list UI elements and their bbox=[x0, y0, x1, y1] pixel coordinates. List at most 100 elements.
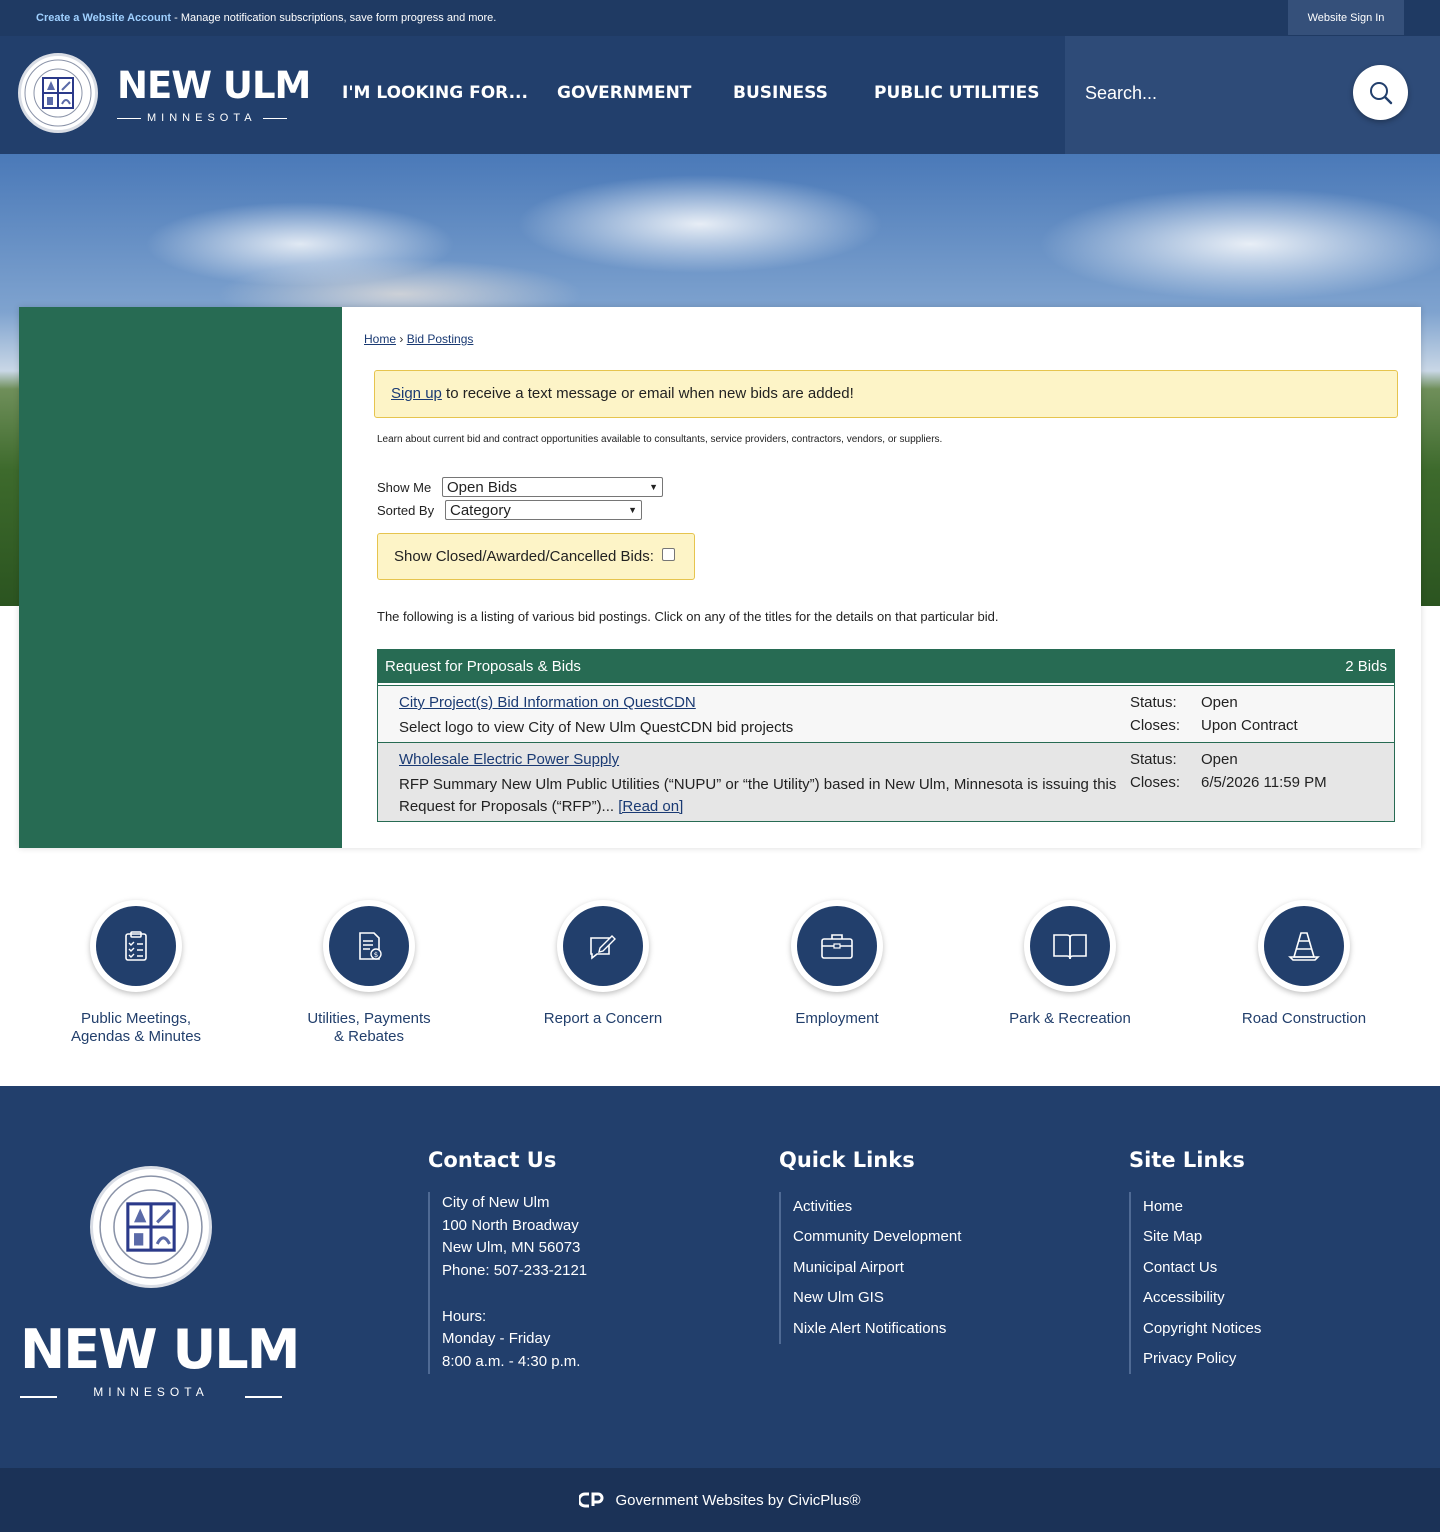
seal-emblem-icon bbox=[24, 59, 92, 127]
footer-link-gis[interactable]: New Ulm GIS bbox=[793, 1283, 961, 1313]
sign-in-button[interactable]: Website Sign In bbox=[1288, 0, 1404, 35]
bid-status-label: Status: bbox=[1130, 751, 1177, 768]
bid-status-value: Open bbox=[1201, 751, 1238, 768]
bid-count: 2 Bids bbox=[1345, 658, 1387, 675]
clipboard-icon bbox=[125, 931, 147, 961]
contact-line: City of New Ulm bbox=[442, 1194, 550, 1211]
side-navigation-panel bbox=[19, 307, 342, 848]
cone-icon bbox=[1288, 932, 1320, 961]
divider bbox=[20, 1396, 57, 1398]
divider bbox=[244, 1396, 282, 1398]
sorted-by-select[interactable]: Category ▼ bbox=[445, 500, 642, 520]
book-icon bbox=[1053, 934, 1087, 960]
quick-link-label: Agendas & Minutes bbox=[70, 1028, 202, 1045]
contact-line: New Ulm, MN 56073 bbox=[442, 1239, 581, 1257]
quick-link-park-recreation[interactable]: Park & Recreation bbox=[953, 900, 1187, 1028]
contact-line bbox=[442, 1283, 587, 1306]
chevron-down-icon: ▼ bbox=[628, 505, 637, 515]
breadcrumb-home-link[interactable]: Home bbox=[364, 332, 396, 346]
show-me-select[interactable]: Open Bids ▼ bbox=[442, 477, 663, 497]
nav-public-utilities[interactable]: PUBLIC UTILITIES bbox=[874, 83, 1039, 103]
quick-link-report-concern[interactable]: Report a Concern bbox=[486, 900, 720, 1028]
logo-state-name: MINNESOTA bbox=[117, 112, 310, 124]
show-me-label: Show Me bbox=[377, 480, 432, 495]
footer-link-site-map[interactable]: Site Map bbox=[1143, 1222, 1261, 1252]
civicplus-credit-link[interactable]: Government Websites by CivicPlus® bbox=[615, 1492, 860, 1509]
footer-logo-state-name: MINNESOTA bbox=[93, 1385, 209, 1399]
quick-link-label: Employment bbox=[795, 1010, 879, 1027]
city-seal-logo[interactable] bbox=[18, 53, 98, 133]
bid-status-label: Status: bbox=[1130, 694, 1177, 711]
sorted-by-selected-value: Category bbox=[450, 501, 511, 519]
civicplus-logo-icon bbox=[579, 1492, 604, 1508]
contact-line: 100 North Broadway bbox=[442, 1216, 579, 1234]
footer-link-activities[interactable]: Activities bbox=[793, 1192, 961, 1222]
sorted-by-label: Sorted By bbox=[377, 503, 435, 518]
breadcrumb: Home › Bid Postings bbox=[364, 332, 473, 346]
chevron-down-icon: ▼ bbox=[649, 482, 658, 492]
footer-link-home[interactable]: Home bbox=[1143, 1192, 1261, 1222]
create-account-link[interactable]: Create a Website Account bbox=[36, 12, 171, 24]
footer-link-copyright[interactable]: Copyright Notices bbox=[1143, 1314, 1261, 1344]
signup-alert-text: to receive a text message or email when … bbox=[441, 385, 854, 402]
top-notification-bar: Create a Website Account - Manage notifi… bbox=[0, 0, 1440, 36]
contact-line: Monday - Friday bbox=[442, 1330, 551, 1348]
contact-line: 8:00 a.m. - 4:30 p.m. bbox=[442, 1352, 581, 1370]
quick-link-label: Report a Concern bbox=[543, 1010, 663, 1027]
breadcrumb-bid-postings-link[interactable]: Bid Postings bbox=[407, 332, 474, 346]
search-panel bbox=[1065, 36, 1440, 154]
quick-link-label: Road Construction bbox=[1241, 1010, 1367, 1027]
contact-line[interactable]: Phone: 507-233-2121 bbox=[442, 1260, 587, 1283]
footer-quick-links: Activities Community Development Municip… bbox=[779, 1192, 961, 1345]
quick-link-public-meetings[interactable]: Public Meetings, Agendas & Minutes bbox=[19, 900, 253, 1046]
search-icon bbox=[1369, 81, 1392, 104]
quick-link-label: & Rebates bbox=[333, 1028, 405, 1045]
footer-contact-info: City of New Ulm 100 North Broadway New U… bbox=[428, 1192, 587, 1374]
bid-description: Select logo to view City of New Ulm Ques… bbox=[399, 719, 794, 736]
footer-link-municipal-airport[interactable]: Municipal Airport bbox=[793, 1253, 961, 1283]
quick-link-road-construction[interactable]: Road Construction bbox=[1187, 900, 1421, 1028]
bid-title-link[interactable]: Wholesale Electric Power Supply bbox=[399, 751, 619, 768]
quick-link-label: Public Meetings, bbox=[80, 1010, 192, 1027]
bid-category-table: Request for Proposals & Bids 2 Bids City… bbox=[377, 649, 1395, 822]
search-input[interactable] bbox=[1085, 78, 1345, 108]
nav-business[interactable]: BUSINESS bbox=[733, 83, 828, 103]
footer-link-accessibility[interactable]: Accessibility bbox=[1143, 1283, 1261, 1313]
bid-closes-value: Upon Contract bbox=[1201, 717, 1298, 734]
bid-closes-label: Closes: bbox=[1130, 774, 1181, 791]
show-me-selected-value: Open Bids bbox=[447, 478, 518, 496]
search-button[interactable] bbox=[1353, 65, 1408, 120]
nav-government[interactable]: GOVERNMENT bbox=[557, 83, 691, 103]
footer-quick-links-heading: Quick Links bbox=[779, 1148, 915, 1172]
footer-link-contact-us[interactable]: Contact Us bbox=[1143, 1253, 1261, 1283]
show-closed-bids-checkbox[interactable] bbox=[661, 548, 675, 561]
show-closed-bids-label: Show Closed/Awarded/Cancelled Bids: bbox=[394, 548, 654, 565]
contact-line: Hours: bbox=[442, 1307, 487, 1325]
quick-link-utilities-payments[interactable]: $ Utilities, Payments & Rebates bbox=[252, 900, 486, 1046]
intro-text: Learn about current bid and contract opp… bbox=[377, 434, 943, 445]
footer-site-links: Home Site Map Contact Us Accessibility C… bbox=[1129, 1192, 1261, 1375]
seal-emblem-icon bbox=[99, 1175, 203, 1279]
edit-icon bbox=[590, 935, 616, 960]
nav-looking-for[interactable]: I'M LOOKING FOR... bbox=[342, 83, 528, 103]
bid-title-link[interactable]: City Project(s) Bid Information on Quest… bbox=[399, 694, 696, 711]
bid-description-text: RFP Summary New Ulm Public Utilities (“N… bbox=[399, 776, 1117, 815]
show-closed-bids-box: Show Closed/Awarded/Cancelled Bids: bbox=[377, 533, 695, 580]
footer-city-seal[interactable] bbox=[90, 1166, 212, 1288]
main-content-card: Home › Bid Postings Sign up to receive a… bbox=[19, 307, 1421, 848]
quick-link-employment[interactable]: Employment bbox=[720, 900, 954, 1028]
bid-row: City Project(s) Bid Information on Quest… bbox=[378, 685, 1394, 742]
footer-link-privacy[interactable]: Privacy Policy bbox=[1143, 1344, 1261, 1374]
signup-link[interactable]: Sign up bbox=[391, 385, 442, 402]
footer-link-community-development[interactable]: Community Development bbox=[793, 1222, 961, 1252]
read-on-link[interactable]: [Read on] bbox=[618, 798, 683, 815]
breadcrumb-separator: › bbox=[399, 332, 404, 346]
footer-link-nixle[interactable]: Nixle Alert Notifications bbox=[793, 1314, 961, 1344]
logo-city-name: NEW ULM bbox=[117, 64, 311, 107]
quick-link-label: Park & Recreation bbox=[1009, 1010, 1131, 1027]
account-notice-text: - Manage notification subscriptions, sav… bbox=[171, 12, 497, 24]
footer-logo-state: MINNESOTA bbox=[20, 1385, 282, 1399]
footer-site-links-heading: Site Links bbox=[1129, 1148, 1245, 1172]
footer-contact-column: Contact Us City of New Ulm 100 North Bro… bbox=[428, 1148, 587, 1374]
site-logo-text[interactable]: NEW ULM MINNESOTA bbox=[117, 64, 311, 125]
